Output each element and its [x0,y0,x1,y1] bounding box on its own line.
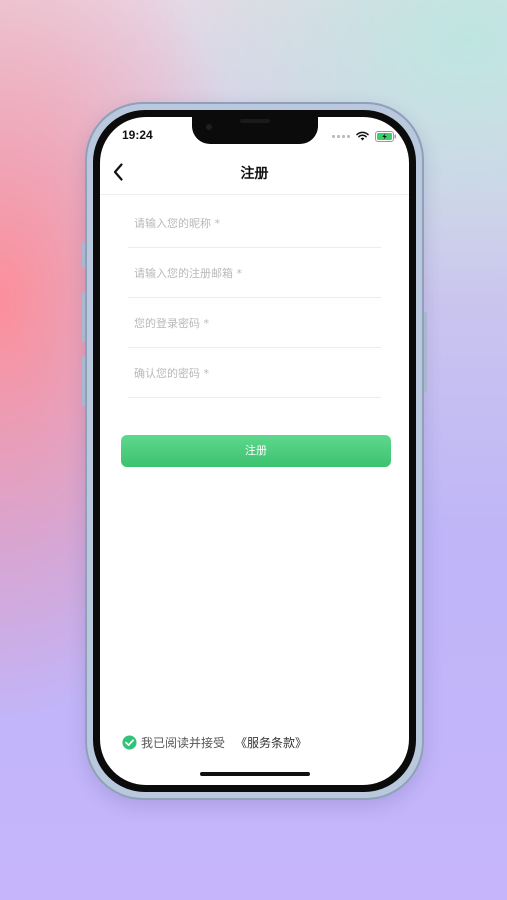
email-input[interactable] [134,263,364,283]
navigation-bar: 注册 [100,150,409,195]
notch [192,117,318,144]
battery-icon [375,130,396,142]
agreement-row: 我已阅读并接受 《服务条款》 [122,733,307,751]
status-time: 19:24 [122,128,153,142]
register-button[interactable]: 注册 [121,435,391,467]
cellular-signal-icon [332,134,350,138]
power-button [424,312,427,392]
page-title: 注册 [240,166,269,182]
agreement-text: 我已阅读并接受 [141,735,226,750]
password-input[interactable] [134,313,364,333]
password-field [128,297,381,348]
silent-switch [82,242,85,268]
front-camera [206,124,212,130]
nickname-input[interactable] [134,213,364,233]
confirm-password-field [128,347,381,398]
status-icons [332,129,397,143]
terms-link[interactable]: 《服务条款》 [235,734,307,751]
check-circle-icon[interactable] [122,734,137,750]
home-indicator [200,772,310,776]
nickname-field [128,197,381,248]
email-field [128,247,381,298]
volume-down-button [82,356,85,406]
confirm-password-input[interactable] [134,363,364,383]
speaker [240,119,270,123]
volume-up-button [82,292,85,342]
app-screen: 19:24 注册 注册 [100,117,409,785]
wifi-icon [356,131,369,141]
